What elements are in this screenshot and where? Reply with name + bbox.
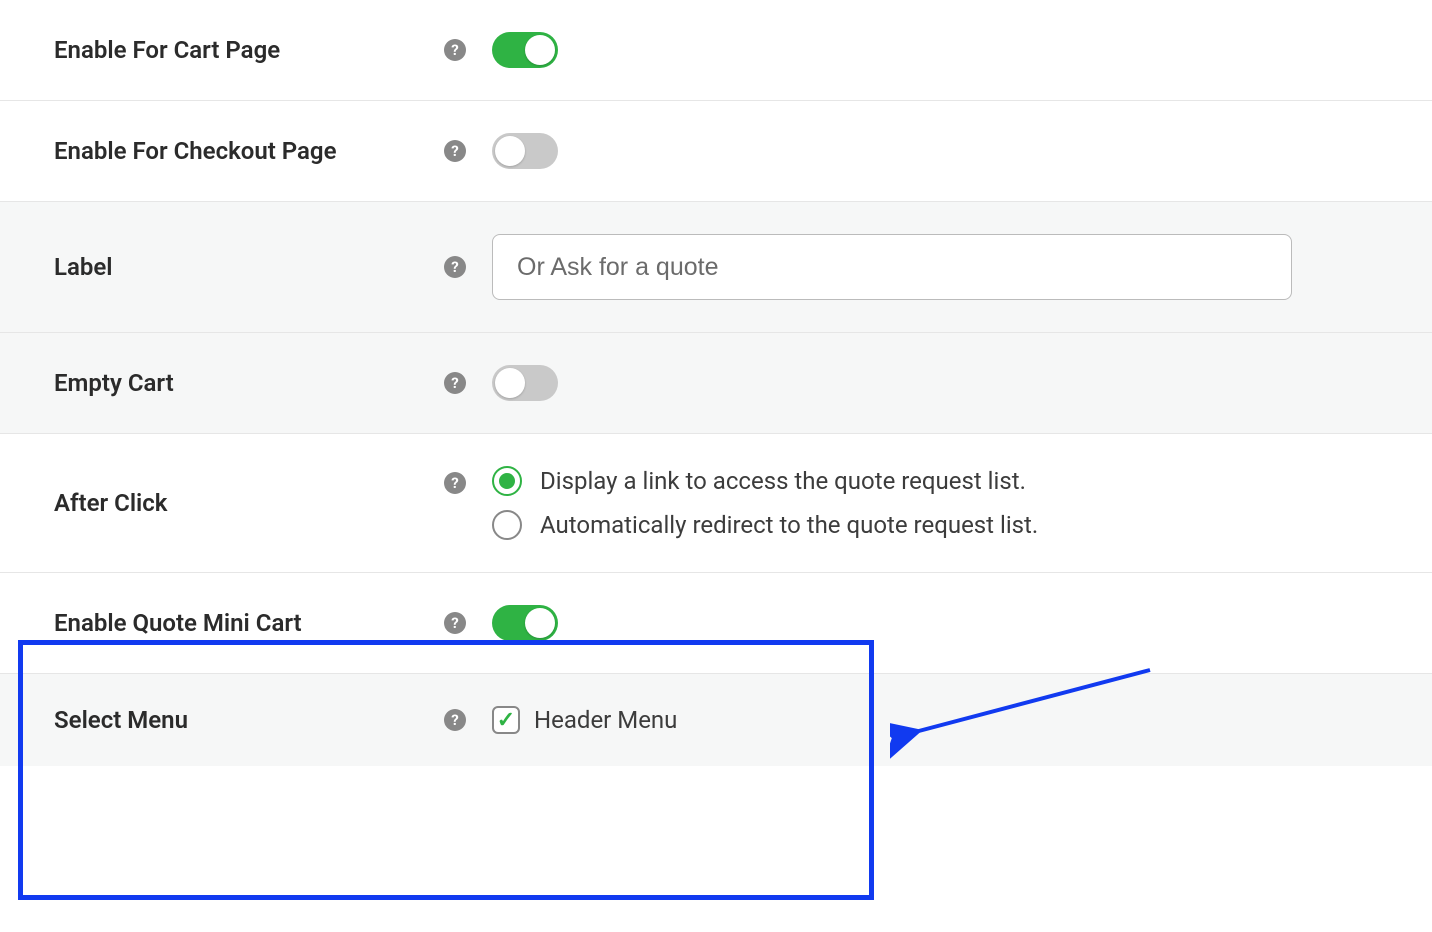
toggle-enable-cart[interactable]	[492, 32, 558, 68]
toggle-enable-checkout[interactable]	[492, 133, 558, 169]
label-enable-checkout: Enable For Checkout Page	[54, 137, 444, 165]
checkbox-header-menu[interactable]	[492, 706, 520, 734]
label-empty-cart: Empty Cart	[54, 369, 444, 397]
label-after-click: After Click	[54, 489, 444, 517]
input-label[interactable]	[492, 234, 1292, 300]
radio-icon	[492, 466, 522, 496]
row-after-click: After Click ? Display a link to access t…	[0, 434, 1432, 573]
row-empty-cart: Empty Cart ?	[0, 333, 1432, 434]
toggle-empty-cart[interactable]	[492, 365, 558, 401]
label-enable-cart: Enable For Cart Page	[54, 36, 444, 64]
radio-label: Automatically redirect to the quote requ…	[540, 511, 1038, 539]
help-icon[interactable]: ?	[444, 612, 466, 634]
help-icon[interactable]: ?	[444, 709, 466, 731]
label-label: Label	[54, 253, 444, 281]
row-enable-mini-cart: Enable Quote Mini Cart ?	[0, 573, 1432, 674]
radio-label: Display a link to access the quote reque…	[540, 467, 1026, 495]
help-icon[interactable]: ?	[444, 256, 466, 278]
checkbox-label: Header Menu	[534, 706, 677, 734]
help-icon[interactable]: ?	[444, 140, 466, 162]
label-enable-mini-cart: Enable Quote Mini Cart	[54, 609, 444, 637]
help-icon[interactable]: ?	[444, 372, 466, 394]
radio-icon	[492, 510, 522, 540]
radio-option-auto-redirect[interactable]: Automatically redirect to the quote requ…	[492, 510, 1038, 540]
help-icon[interactable]: ?	[444, 472, 466, 494]
row-enable-cart: Enable For Cart Page ?	[0, 0, 1432, 101]
help-icon[interactable]: ?	[444, 39, 466, 61]
row-label: Label ?	[0, 202, 1432, 333]
label-select-menu: Select Menu	[54, 706, 444, 734]
radio-option-display-link[interactable]: Display a link to access the quote reque…	[492, 466, 1038, 496]
row-enable-checkout: Enable For Checkout Page ?	[0, 101, 1432, 202]
row-select-menu: Select Menu ? Header Menu	[0, 674, 1432, 766]
toggle-enable-mini-cart[interactable]	[492, 605, 558, 641]
